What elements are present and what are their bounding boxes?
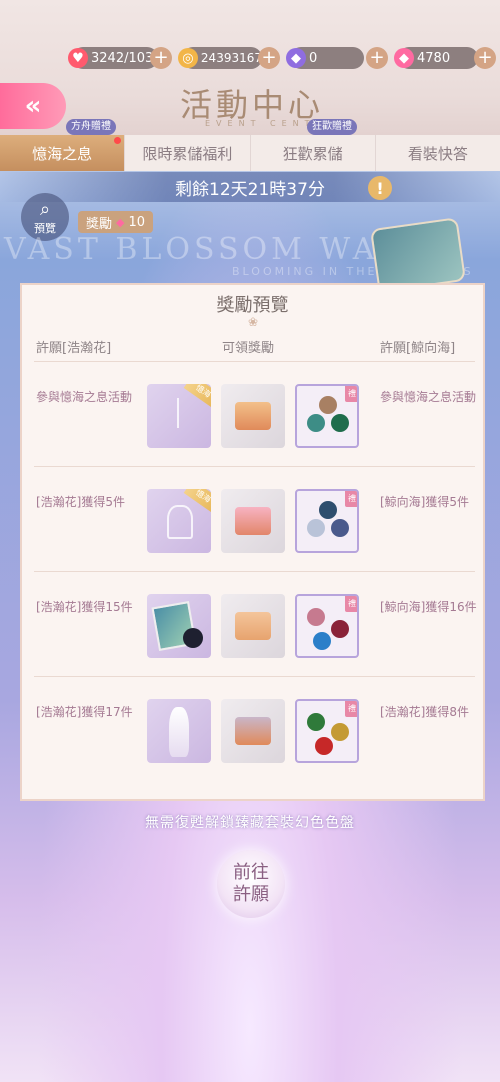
gift-badge: 禮 — [345, 596, 357, 612]
purple-gem-icon: ◆ — [286, 48, 306, 68]
reward-row: [浩瀚花]獲得5件 憶海 禮 [鯨向海]獲得5件 — [34, 466, 475, 571]
panel-title: 獎勵預覽 — [216, 295, 289, 316]
row-left-condition: [浩瀚花]獲得15件 — [36, 600, 133, 614]
reward-item-envelope-set[interactable] — [221, 594, 285, 658]
reward-item-giftbox[interactable] — [221, 384, 285, 448]
pink-gem-icon: ◆ — [116, 215, 125, 229]
coin-counter: ◎ 24393167 — [178, 47, 262, 69]
row-left-condition: 參與憶海之息活動 — [36, 390, 133, 404]
coin-icon: ◎ — [178, 48, 198, 68]
reward-row: 參與憶海之息活動 憶海 禮 參與憶海之息活動 — [34, 361, 477, 466]
row-right-condition: 參與憶海之息活動 — [380, 390, 477, 404]
pink-gem-counter: ◆ 4780 — [394, 47, 478, 69]
row-right-condition: [鯨向海]獲得16件 — [380, 600, 477, 614]
giftbox-icon — [235, 717, 271, 745]
info-icon[interactable]: ! — [368, 176, 392, 200]
reward-item-picture-card[interactable] — [147, 594, 211, 658]
corner-tag: 憶海 — [183, 384, 211, 409]
flower-ornament-icon: ❀ — [248, 315, 259, 329]
reward-item-accessory[interactable]: 憶海 — [147, 384, 211, 448]
reward-item-giftbox[interactable] — [221, 699, 285, 763]
gift-badge: 禮 — [345, 386, 357, 402]
reward-item-palette[interactable]: 禮 — [295, 594, 359, 658]
reward-preview-panel: 獎勵預覽 ❀ 許願[浩瀚花] 可領獎勵 許願[鯨向海] 參與憶海之息活動 憶海 … — [20, 283, 485, 801]
go-wish-button[interactable]: 前往 許願 — [217, 850, 285, 918]
gift-badge: 禮 — [345, 701, 357, 717]
tab-tag-carnival-gift: 狂歡贈禮 — [307, 119, 357, 135]
countdown-timer: 剩餘12天21時37分 — [0, 172, 500, 202]
add-purple-gem-button[interactable]: + — [366, 47, 388, 69]
add-coin-button[interactable]: + — [258, 47, 280, 69]
row-right-condition: [鯨向海]獲得5件 — [380, 495, 469, 509]
gift-badge: 禮 — [345, 491, 357, 507]
reward-item-coral-hairpiece[interactable]: 憶海 — [147, 489, 211, 553]
envelope-icon — [235, 612, 271, 640]
back-arrow-icon: « — [24, 91, 42, 121]
header-center: 可領獎勵 — [222, 341, 275, 356]
magnifier-icon: ⌕ — [39, 198, 51, 220]
header-left: 許願[浩瀚花] — [36, 341, 112, 356]
row-right-condition: [浩瀚花]獲得8件 — [380, 705, 469, 719]
tab-tag-ark-gift: 方舟贈禮 — [66, 119, 116, 135]
header-right: 許願[鯨向海] — [380, 341, 456, 356]
tab-memory-sea[interactable]: 憶海之息 — [0, 135, 126, 171]
notification-dot — [114, 137, 121, 144]
tab-limited-topup[interactable]: 限時累儲福利 — [125, 135, 251, 171]
tab-outfit-quiz[interactable]: 看裝快答 — [376, 135, 500, 171]
reward-item-palette[interactable]: 禮 — [295, 384, 359, 448]
purple-gem-counter: ◆ 0 — [286, 47, 364, 69]
stamina-counter: ♥ 3242/103 — [68, 47, 158, 69]
reward-item-palette[interactable]: 禮 — [295, 489, 359, 553]
back-button[interactable]: « — [0, 83, 66, 129]
heart-icon: ♥ — [68, 48, 88, 68]
reward-count-chip[interactable]: 獎勵 ◆ 10 — [78, 211, 154, 233]
hint-text: 無需復甦解鎖臻藏套裝幻色色盤 — [145, 815, 355, 831]
add-pink-gem-button[interactable]: + — [474, 47, 496, 69]
reward-row: [浩瀚花]獲得15件 禮 [鯨向海]獲得16件 — [34, 571, 477, 676]
reward-item-giftbox[interactable] — [221, 489, 285, 553]
giftbox-icon — [235, 402, 271, 430]
add-stamina-button[interactable]: + — [150, 47, 172, 69]
tab-carnival-topup[interactable]: 狂歡累儲 — [251, 135, 376, 171]
row-left-condition: [浩瀚花]獲得17件 — [36, 705, 133, 719]
reward-item-outfit[interactable] — [147, 699, 211, 763]
outfit-card-image[interactable] — [369, 217, 467, 293]
tab-bar: 憶海之息 限時累儲福利 狂歡累儲 看裝快答 — [0, 135, 500, 171]
reward-row: [浩瀚花]獲得17件 禮 [浩瀚花]獲得8件 — [34, 676, 475, 781]
reward-item-palette[interactable]: 禮 — [295, 699, 359, 763]
row-left-condition: [浩瀚花]獲得5件 — [36, 495, 125, 509]
giftbox-icon — [235, 507, 271, 535]
pink-gem-icon: ◆ — [394, 48, 414, 68]
